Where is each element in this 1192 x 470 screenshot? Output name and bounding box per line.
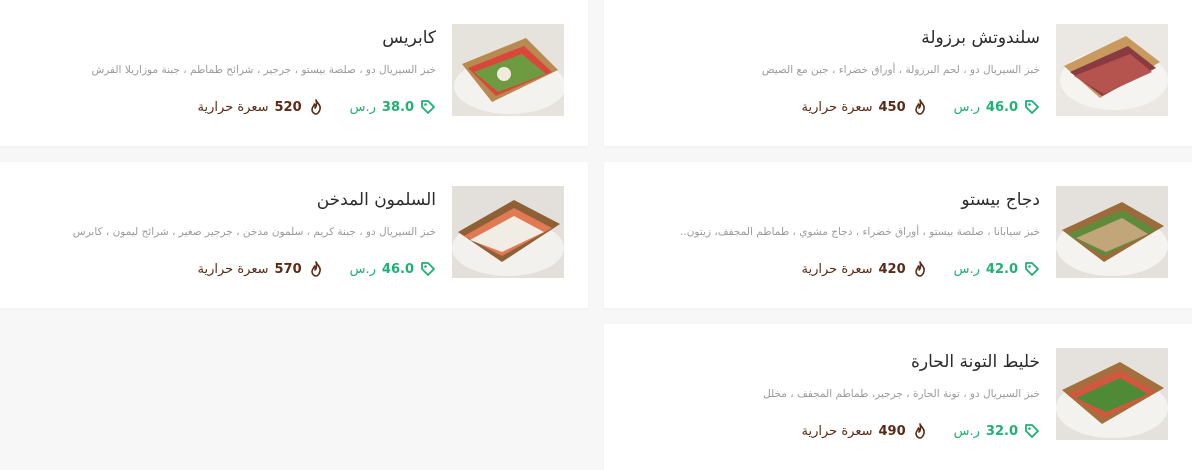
currency: ر.س (953, 99, 980, 115)
flame-icon (912, 423, 928, 439)
item-meta: 46.0 ر.س 450 سعرة حرارية (802, 99, 1040, 115)
item-description: خبز سيابانا ، صلصة بيستو ، أوراق خضراء ،… (680, 226, 1040, 238)
menu-item-card[interactable]: السلمون المدخن خبز السيريال دو ، جبنة كر… (0, 162, 588, 308)
menu-item-card[interactable]: دجاج بيستو خبز سيابانا ، صلصة بيستو ، أو… (604, 162, 1192, 308)
menu-item-card[interactable]: كابريس خبز السيريال دو ، صلصة بيستو ، جر… (0, 0, 588, 146)
item-image (1056, 348, 1168, 440)
item-title: سلندوتش برزولة (921, 28, 1040, 48)
currency: ر.س (953, 423, 980, 439)
price-value: 42.0 (985, 261, 1018, 277)
calories-value: 570 (274, 261, 302, 277)
calories-label: سعرة حرارية (197, 99, 269, 115)
flame-icon (308, 99, 324, 115)
item-description: خبز السيريال دو ، صلصة بيستو ، جرجير ، ش… (91, 64, 436, 76)
calories-label: سعرة حرارية (801, 423, 873, 439)
menu-item-card[interactable]: سلندوتش برزولة خبز السيريال دو ، لحم الب… (604, 0, 1192, 146)
calories-group: 490 سعرة حرارية (802, 423, 928, 439)
price-group: 46.0 ر.س (350, 261, 436, 277)
calories-label: سعرة حرارية (197, 261, 269, 277)
calories-group: 520 سعرة حرارية (198, 99, 324, 115)
calories-value: 420 (878, 261, 906, 277)
item-title: دجاج بيستو (961, 190, 1040, 210)
currency: ر.س (349, 99, 376, 115)
item-title: السلمون المدخن (316, 190, 436, 210)
flame-icon (912, 99, 928, 115)
price-tag-icon (420, 261, 436, 277)
calories-label: سعرة حرارية (801, 261, 873, 277)
price-group: 46.0 ر.س (954, 99, 1040, 115)
item-image (1056, 24, 1168, 116)
item-image (452, 186, 564, 278)
price-group: 32.0 ر.س (954, 423, 1040, 439)
item-meta: 38.0 ر.س 520 سعرة حرارية (198, 99, 436, 115)
flame-icon (308, 261, 324, 277)
price-tag-icon (1024, 99, 1040, 115)
price-value: 32.0 (985, 423, 1018, 439)
item-description: خبز السيريال دو ، جبنة كريم ، سلمون مدخن… (72, 226, 436, 238)
item-meta: 46.0 ر.س 570 سعرة حرارية (198, 261, 436, 277)
calories-label: سعرة حرارية (801, 99, 873, 115)
price-value: 46.0 (985, 99, 1018, 115)
item-image (1056, 186, 1168, 278)
price-value: 38.0 (381, 99, 414, 115)
item-description: خبز السيريال دو ، لحم البرزولة ، أوراق خ… (761, 64, 1040, 76)
item-title: كابريس (382, 28, 436, 48)
currency: ر.س (349, 261, 376, 277)
calories-group: 570 سعرة حرارية (198, 261, 324, 277)
item-meta: 42.0 ر.س 420 سعرة حرارية (802, 261, 1040, 277)
calories-value: 520 (274, 99, 302, 115)
menu-item-card[interactable]: خليط التونة الحارة خبز السيريال دو ، تون… (604, 324, 1192, 470)
price-tag-icon (1024, 423, 1040, 439)
item-description: خبز السيريال دو ، تونة الحارة ، جرجير، ط… (763, 388, 1040, 400)
item-image (452, 24, 564, 116)
item-title: خليط التونة الحارة (910, 352, 1040, 372)
flame-icon (912, 261, 928, 277)
price-tag-icon (420, 99, 436, 115)
calories-group: 420 سعرة حرارية (802, 261, 928, 277)
currency: ر.س (953, 261, 980, 277)
calories-value: 450 (878, 99, 906, 115)
item-meta: 32.0 ر.س 490 سعرة حرارية (802, 423, 1040, 439)
calories-group: 450 سعرة حرارية (802, 99, 928, 115)
price-value: 46.0 (381, 261, 414, 277)
calories-value: 490 (878, 423, 906, 439)
price-tag-icon (1024, 261, 1040, 277)
price-group: 38.0 ر.س (350, 99, 436, 115)
price-group: 42.0 ر.س (954, 261, 1040, 277)
